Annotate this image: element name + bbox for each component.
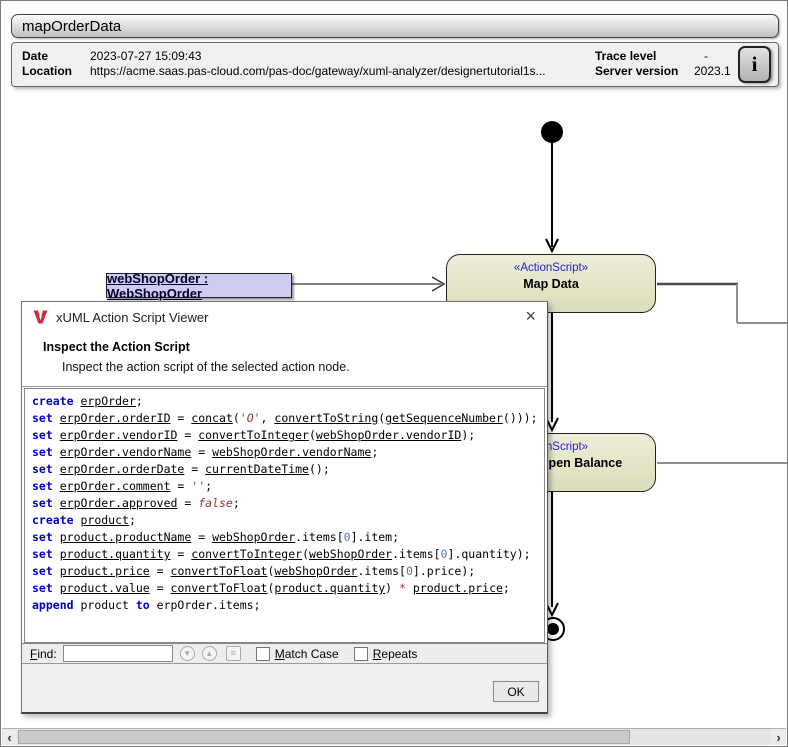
dialog-subheading: Inspect the action script of the selecte… [62, 360, 350, 374]
trace-level-value: - [704, 49, 708, 63]
highlight-all-button[interactable]: ≡ [226, 646, 241, 661]
server-version-label: Server version [595, 64, 678, 78]
scroll-right-icon: › [776, 730, 780, 745]
highlight-all-icon: ≡ [231, 649, 236, 658]
code-line: set product.price = convertToFloat(webSh… [32, 563, 544, 580]
location-label: Location [22, 64, 72, 78]
code-line: set product.productName = webShopOrder.i… [32, 529, 544, 546]
date-label: Date [22, 49, 48, 63]
trace-level-label: Trace level [595, 49, 656, 63]
repeats-label: Repeats [373, 647, 418, 661]
chevron-up-icon: ▲ [205, 650, 213, 658]
chevron-down-icon: ▼ [183, 650, 191, 658]
horizontal-scrollbar: ‹ › [2, 728, 786, 745]
code-line: append product to erpOrder.items; [32, 597, 544, 614]
arrowhead-into-mapdata [546, 239, 558, 251]
find-bar: Find: ▼ ▲ ≡ Match Case Repeats [22, 643, 547, 664]
find-label: Find: [30, 647, 57, 661]
final-node [547, 623, 559, 635]
scrollbar-thumb[interactable] [18, 730, 630, 744]
code-line: set erpOrder.orderID = concat('O', conve… [32, 410, 544, 427]
ok-button-label: OK [507, 685, 524, 699]
dialog-title: xUML Action Script Viewer [56, 310, 208, 325]
ok-button[interactable]: OK [493, 681, 539, 702]
initial-node[interactable] [541, 121, 563, 143]
dialog-title-bar[interactable]: xUML Action Script Viewer × [22, 302, 547, 332]
dialog-heading: Inspect the Action Script [43, 340, 190, 354]
server-version-value: 2023.1 [694, 64, 731, 78]
arrowhead-object-flow [432, 277, 444, 291]
find-input[interactable] [63, 645, 173, 662]
action-script-viewer-dialog: xUML Action Script Viewer × Inspect the … [21, 301, 548, 714]
dialog-button-area: OK [22, 664, 547, 712]
app-logo-icon [33, 310, 48, 324]
code-line: set erpOrder.vendorName = webShopOrder.v… [32, 444, 544, 461]
info-button[interactable]: i [738, 46, 771, 83]
object-node-webshoporder[interactable]: webShopOrder : WebShopOrder [106, 273, 292, 298]
stereotype-label: «ActionScript» [514, 262, 588, 274]
code-line: set product.value = convertToFloat(produ… [32, 580, 544, 597]
code-line: create product; [32, 512, 544, 529]
scrollbar-track[interactable] [17, 729, 771, 745]
find-prev-button[interactable]: ▲ [202, 646, 217, 661]
location-value: https://acme.saas.pas-cloud.com/pas-doc/… [90, 64, 546, 78]
scroll-right-button[interactable]: › [771, 729, 786, 745]
action-script-code: create erpOrder;set erpOrder.orderID = c… [24, 388, 545, 643]
code-line: set erpOrder.orderDate = currentDateTime… [32, 461, 544, 478]
trace-info-panel: Date 2023-07-27 15:09:43 Location https:… [11, 42, 779, 87]
match-case-checkbox[interactable] [256, 647, 270, 661]
scroll-left-icon: ‹ [7, 730, 11, 745]
code-line: set erpOrder.approved = false; [32, 495, 544, 512]
code-line: set erpOrder.vendorID = convertToInteger… [32, 427, 544, 444]
action-node-name: Map Data [523, 277, 579, 291]
close-icon[interactable]: × [525, 307, 536, 325]
app-window: mapOrderData Date 2023-07-27 15:09:43 Lo… [0, 0, 788, 747]
repeats-checkbox[interactable] [354, 647, 368, 661]
match-case-label: Match Case [275, 647, 339, 661]
code-line: set product.quantity = convertToInteger(… [32, 546, 544, 563]
object-node-label: webShopOrder : WebShopOrder [107, 271, 291, 301]
date-value: 2023-07-27 15:09:43 [90, 49, 201, 63]
code-line: set erpOrder.comment = ''; [32, 478, 544, 495]
scroll-left-button[interactable]: ‹ [2, 729, 17, 745]
dialog-divider [22, 386, 547, 387]
activity-title: mapOrderData [22, 18, 121, 35]
info-icon: i [752, 52, 758, 77]
code-line: create erpOrder; [32, 393, 544, 410]
find-next-button[interactable]: ▼ [180, 646, 195, 661]
activity-title-bar: mapOrderData [11, 14, 779, 38]
